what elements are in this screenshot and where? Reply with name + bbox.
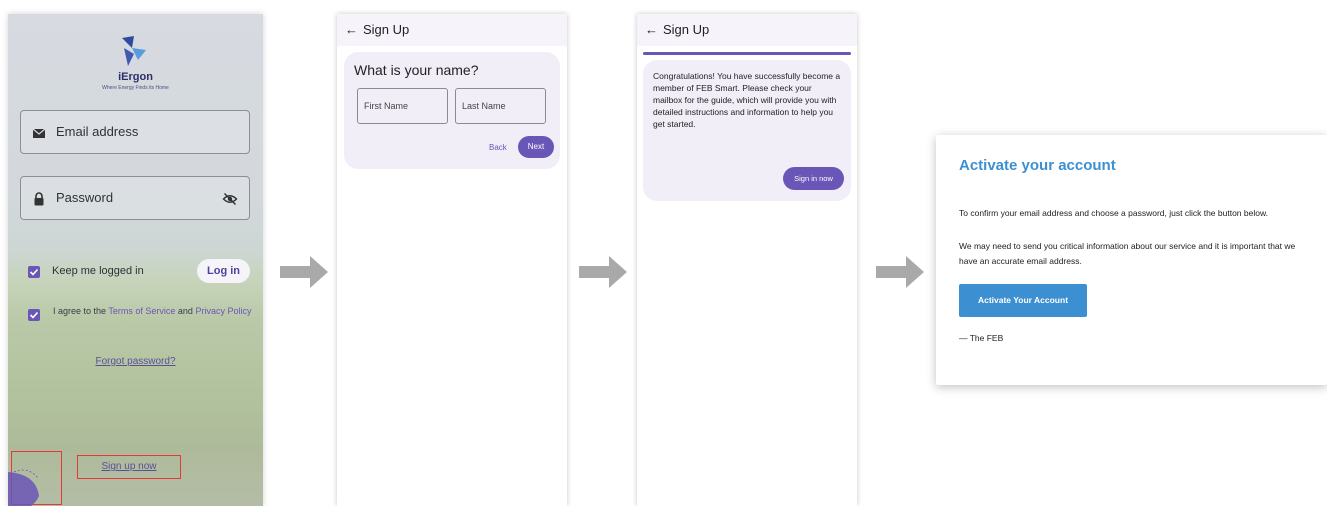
- privacy-link[interactable]: Privacy Policy: [195, 306, 251, 316]
- agree-and: and: [175, 306, 196, 316]
- arrow-right-icon: [579, 256, 627, 288]
- keep-logged-in-checkbox[interactable]: [28, 266, 40, 278]
- success-message: Congratulations! You have successfully b…: [653, 71, 841, 129]
- name-card: What is your name? First Name Last Name …: [344, 52, 560, 169]
- terms-link[interactable]: Terms of Service: [108, 306, 175, 316]
- app-bar-title: Sign Up: [363, 22, 410, 37]
- agree-terms-text: I agree to the Terms of Service and Priv…: [53, 305, 253, 317]
- app-bar-title: Sign Up: [663, 22, 710, 37]
- forgot-password-link[interactable]: Forgot password?: [8, 356, 263, 367]
- first-name-input[interactable]: First Name: [357, 88, 448, 124]
- brand-name: iErgon: [118, 71, 153, 83]
- login-screen: iErgon Where Energy Finds its Home Email…: [8, 14, 263, 506]
- brand-tagline: Where Energy Finds its Home: [102, 85, 169, 91]
- email-field[interactable]: Email address: [20, 110, 250, 154]
- lock-icon: [34, 192, 44, 206]
- chat-bubble-icon[interactable]: [8, 464, 42, 506]
- arrow-right-icon: [280, 256, 328, 288]
- ergon-logo-icon: [122, 36, 146, 66]
- activate-account-button[interactable]: Activate Your Account: [959, 284, 1087, 317]
- progress-bar: [643, 52, 851, 55]
- agree-terms-checkbox[interactable]: [28, 309, 40, 321]
- back-button[interactable]: Back: [489, 143, 507, 152]
- eye-off-icon[interactable]: [222, 191, 238, 207]
- first-name-placeholder: First Name: [364, 101, 409, 111]
- checkbox-checked-icon: [29, 268, 39, 276]
- envelope-icon: [32, 128, 46, 138]
- sign-in-button[interactable]: Sign in now: [783, 167, 844, 190]
- name-question: What is your name?: [354, 62, 479, 78]
- email-label: Email address: [56, 124, 139, 139]
- last-name-input[interactable]: Last Name: [455, 88, 546, 124]
- agree-prefix: I agree to the: [53, 306, 109, 316]
- last-name-placeholder: Last Name: [462, 101, 506, 111]
- sign-up-link[interactable]: Sign up now: [77, 461, 181, 472]
- app-bar: ← Sign Up: [637, 14, 857, 46]
- back-arrow-icon[interactable]: ←: [345, 22, 358, 37]
- signup-success-screen: ← Sign Up Congratulations! You have succ…: [637, 14, 857, 506]
- email-paragraph-2: We may need to send you critical informa…: [959, 241, 1296, 266]
- activation-email: Activate your account To confirm your em…: [936, 135, 1327, 385]
- password-field[interactable]: Password: [20, 176, 250, 220]
- signup-name-screen: ← Sign Up What is your name? First Name …: [337, 14, 567, 506]
- email-signature: — The FEB: [959, 333, 1004, 343]
- login-button[interactable]: Log in: [197, 259, 250, 283]
- success-card: Congratulations! You have successfully b…: [643, 60, 851, 201]
- email-title: Activate your account: [959, 157, 1116, 174]
- next-button[interactable]: Next: [518, 136, 554, 158]
- back-arrow-icon[interactable]: ←: [645, 22, 658, 37]
- checkbox-checked-icon: [29, 311, 39, 319]
- email-paragraph-1: To confirm your email address and choose…: [959, 208, 1268, 218]
- password-label: Password: [56, 190, 114, 205]
- keep-logged-in-label: Keep me logged in: [52, 265, 144, 277]
- arrow-right-icon: [876, 256, 924, 288]
- app-bar: ← Sign Up: [337, 14, 567, 46]
